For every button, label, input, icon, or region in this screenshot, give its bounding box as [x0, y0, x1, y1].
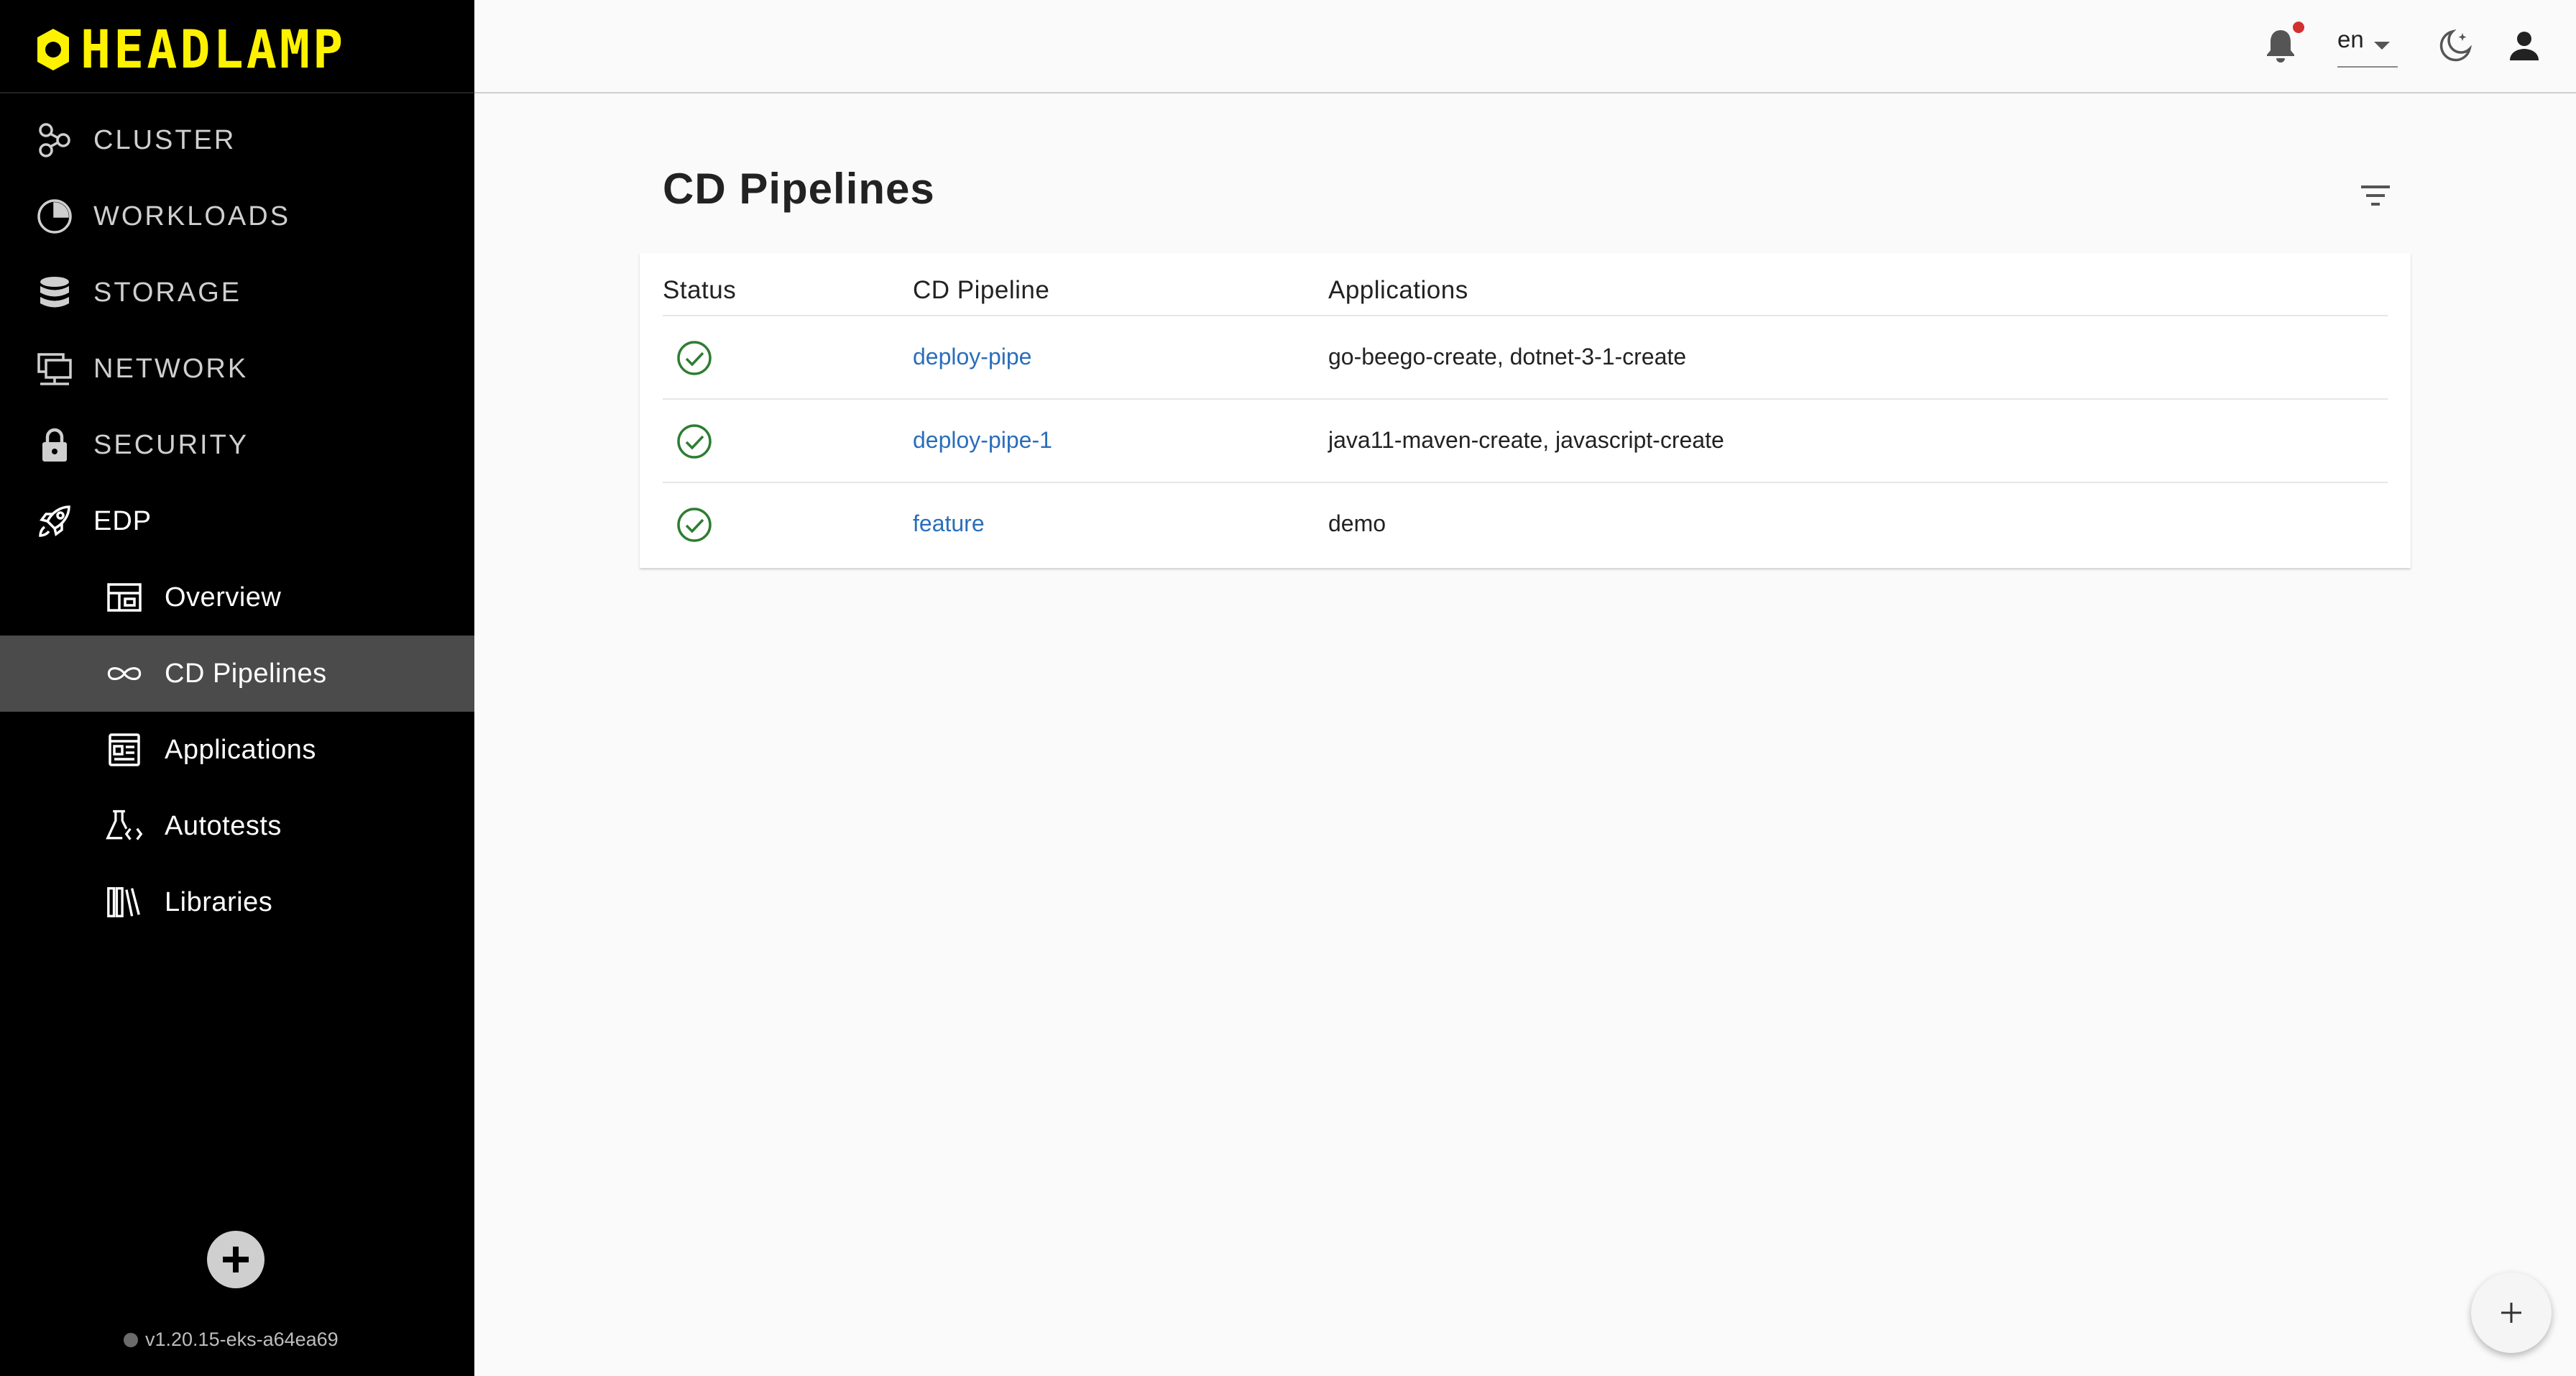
sidebar-nav: CLUSTER WORKLOADS STORAGE NETWORK SECURI…: [0, 102, 474, 940]
page-title: CD Pipelines: [663, 165, 935, 213]
notification-badge: [2293, 22, 2304, 33]
top-bar: [474, 0, 2576, 93]
table-header: Status CD Pipeline Applications: [663, 253, 2388, 316]
sidebar-item-cd-pipelines[interactable]: CD Pipelines: [0, 636, 474, 712]
sidebar-item-applications[interactable]: Applications: [0, 712, 474, 788]
sidebar-item-security[interactable]: SECURITY: [0, 407, 474, 483]
infinity-icon: [105, 655, 144, 692]
sidebar-item-label: WORKLOADS: [93, 201, 291, 231]
sidebar: HEADLAMP CLUSTER WORKLOADS STORAGE NETWO…: [0, 0, 474, 1376]
sidebar-item-libraries[interactable]: Libraries: [0, 864, 474, 940]
theme-toggle-moon-icon[interactable]: [2437, 27, 2474, 65]
pipeline-link[interactable]: deploy-pipe-1: [913, 427, 1052, 454]
kubernetes-icon: [124, 1332, 138, 1347]
version-info: v1.20.15-eks-a64ea69: [124, 1329, 339, 1351]
pipeline-link[interactable]: deploy-pipe: [913, 344, 1031, 370]
version-text: v1.20.15-eks-a64ea69: [145, 1329, 339, 1350]
language-value: en: [2337, 26, 2364, 52]
pipeline-applications: java11-maven-create, javascript-create: [1328, 427, 1724, 453]
workloads-icon: [36, 198, 73, 235]
storage-icon: [36, 274, 73, 311]
headlamp-logo[interactable]: HEADLAMP: [33, 18, 346, 81]
sidebar-item-label: EDP: [93, 505, 152, 536]
column-header-status[interactable]: Status: [663, 276, 736, 305]
rocket-icon: [36, 503, 73, 540]
logo-text: HEADLAMP: [80, 18, 346, 81]
sidebar-item-edp[interactable]: EDP: [0, 483, 474, 559]
filter-icon[interactable]: [2358, 181, 2393, 210]
sidebar-item-overview[interactable]: Overview: [0, 559, 474, 636]
success-check-icon: [677, 341, 712, 375]
sidebar-item-label: Applications: [165, 734, 316, 765]
pipeline-link[interactable]: feature: [913, 510, 985, 537]
applications-icon: [105, 731, 144, 769]
sidebar-item-network[interactable]: NETWORK: [0, 331, 474, 407]
cd-pipelines-table: Status CD Pipeline Applications deploy-p…: [640, 253, 2411, 568]
sidebar-item-cluster[interactable]: CLUSTER: [0, 102, 474, 178]
sidebar-item-label: STORAGE: [93, 277, 242, 308]
sidebar-item-label: NETWORK: [93, 353, 249, 384]
sidebar-item-label: CD Pipelines: [165, 658, 327, 689]
sidebar-item-label: SECURITY: [93, 429, 249, 460]
sidebar-item-label: Autotests: [165, 810, 282, 841]
pipeline-applications: demo: [1328, 510, 1386, 536]
sidebar-item-workloads[interactable]: WORKLOADS: [0, 178, 474, 254]
pipeline-applications: go-beego-create, dotnet-3-1-create: [1328, 344, 1687, 370]
headlamp-logo-icon: [37, 29, 69, 70]
cluster-icon: [36, 121, 73, 159]
sidebar-item-label: CLUSTER: [93, 124, 236, 155]
sidebar-item-label: Libraries: [165, 886, 273, 917]
autotests-icon: [105, 807, 144, 845]
sidebar-item-label: Overview: [165, 582, 282, 613]
table-row: feature demo: [663, 483, 2388, 567]
language-select[interactable]: en: [2337, 26, 2398, 68]
notifications-bell-icon[interactable]: [2263, 27, 2299, 65]
success-check-icon: [677, 424, 712, 459]
user-account-icon[interactable]: [2506, 27, 2543, 65]
sidebar-divider: [0, 92, 474, 93]
column-header-cd-pipeline[interactable]: CD Pipeline: [913, 276, 1049, 305]
sidebar-item-storage[interactable]: STORAGE: [0, 254, 474, 331]
chevron-down-icon: [2373, 42, 2390, 50]
create-pipeline-button[interactable]: [2471, 1272, 2552, 1353]
plus-icon: [2501, 1303, 2521, 1323]
table-row: deploy-pipe-1 java11-maven-create, javas…: [663, 400, 2388, 483]
overview-icon: [105, 579, 144, 616]
add-cluster-button[interactable]: [207, 1231, 264, 1288]
sidebar-item-autotests[interactable]: Autotests: [0, 788, 474, 864]
libraries-icon: [105, 884, 144, 921]
lock-icon: [36, 426, 73, 464]
table-row: deploy-pipe go-beego-create, dotnet-3-1-…: [663, 316, 2388, 400]
plus-icon: [223, 1247, 249, 1272]
column-header-applications[interactable]: Applications: [1328, 276, 1468, 305]
network-icon: [36, 350, 73, 387]
success-check-icon: [677, 508, 712, 542]
